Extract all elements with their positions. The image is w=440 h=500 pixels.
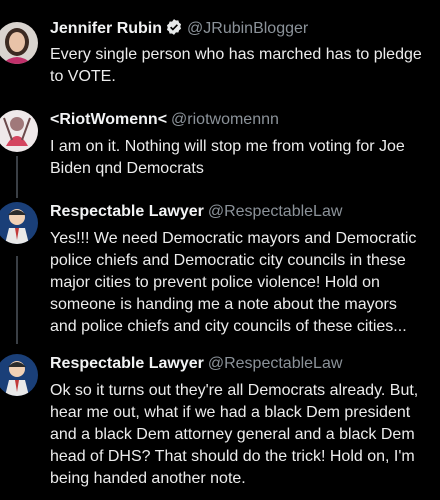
tweet-line: and a black Dem attorney general and a b… [50,426,415,443]
avatar-respectable-lawyer[interactable] [0,354,38,396]
avatar-respectable-lawyer[interactable] [0,202,38,244]
tweet-line: Ok so it turns out they're all Democrats… [50,382,419,399]
tweet-line: someone is handing me a note about the m… [50,296,397,313]
tweet-line: to VOTE. [50,68,116,85]
user-handle[interactable]: @RespectableLaw [208,203,343,220]
tweet-text: Ok so it turns out they're all Democrats… [50,380,435,490]
tweet-header: Respectable Lawyer @RespectableLaw [50,354,342,374]
verified-badge-icon [165,18,183,36]
tweet-line: Yes!!! We need Democratic mayors and Dem… [50,230,417,247]
tweet-line: police chiefs and Democratic city counci… [50,252,406,269]
user-handle[interactable]: @JRubinBlogger [187,20,308,37]
tweet-text: I am on it. Nothing will stop me from vo… [50,136,435,180]
tweet-2[interactable]: <RiotWomenn< @riotwomennn I am on it. Not… [0,110,440,180]
tweet-thread: Jennifer Rubin @JRubinBlogger Every singl… [0,0,440,500]
tweet-text: Yes!!! We need Democratic mayors and Dem… [50,228,435,338]
tweet-line: I am on it. Nothing will stop me from vo… [50,138,405,155]
tweet-header: <RiotWomenn< @riotwomennn [50,110,279,130]
tweet-line: Every single person who has marched has … [50,46,422,63]
avatar-riotwomenn[interactable] [0,110,38,152]
tweet-line: head of DHS? That should do the trick! H… [50,448,415,465]
tweet-line: Biden qnd Democrats [50,160,204,177]
tweet-line: major cities to prevent police violence!… [50,274,380,291]
display-name[interactable]: Respectable Lawyer [50,203,204,220]
display-name[interactable]: Jennifer Rubin [50,20,162,37]
user-handle[interactable]: @riotwomennn [171,111,279,128]
tweet-4[interactable]: Respectable Lawyer @RespectableLaw Ok so … [0,354,440,494]
display-name[interactable]: Respectable Lawyer [50,355,204,372]
tweet-line: being handed another note. [50,470,246,487]
tweet-1[interactable]: Jennifer Rubin @JRubinBlogger Every singl… [0,18,440,98]
avatar-jennifer-rubin[interactable] [0,22,38,64]
user-handle[interactable]: @RespectableLaw [208,355,343,372]
tweet-line: hear me out, what if we had a black Dem … [50,404,411,421]
tweet-line: and police chiefs and city councils of t… [50,318,407,335]
tweet-text: Every single person who has marched has … [50,44,435,88]
tweet-header: Jennifer Rubin @JRubinBlogger [50,18,308,39]
tweet-3[interactable]: Respectable Lawyer @RespectableLaw Yes!!!… [0,202,440,342]
display-name[interactable]: <RiotWomenn< [50,111,167,128]
tweet-header: Respectable Lawyer @RespectableLaw [50,202,342,222]
